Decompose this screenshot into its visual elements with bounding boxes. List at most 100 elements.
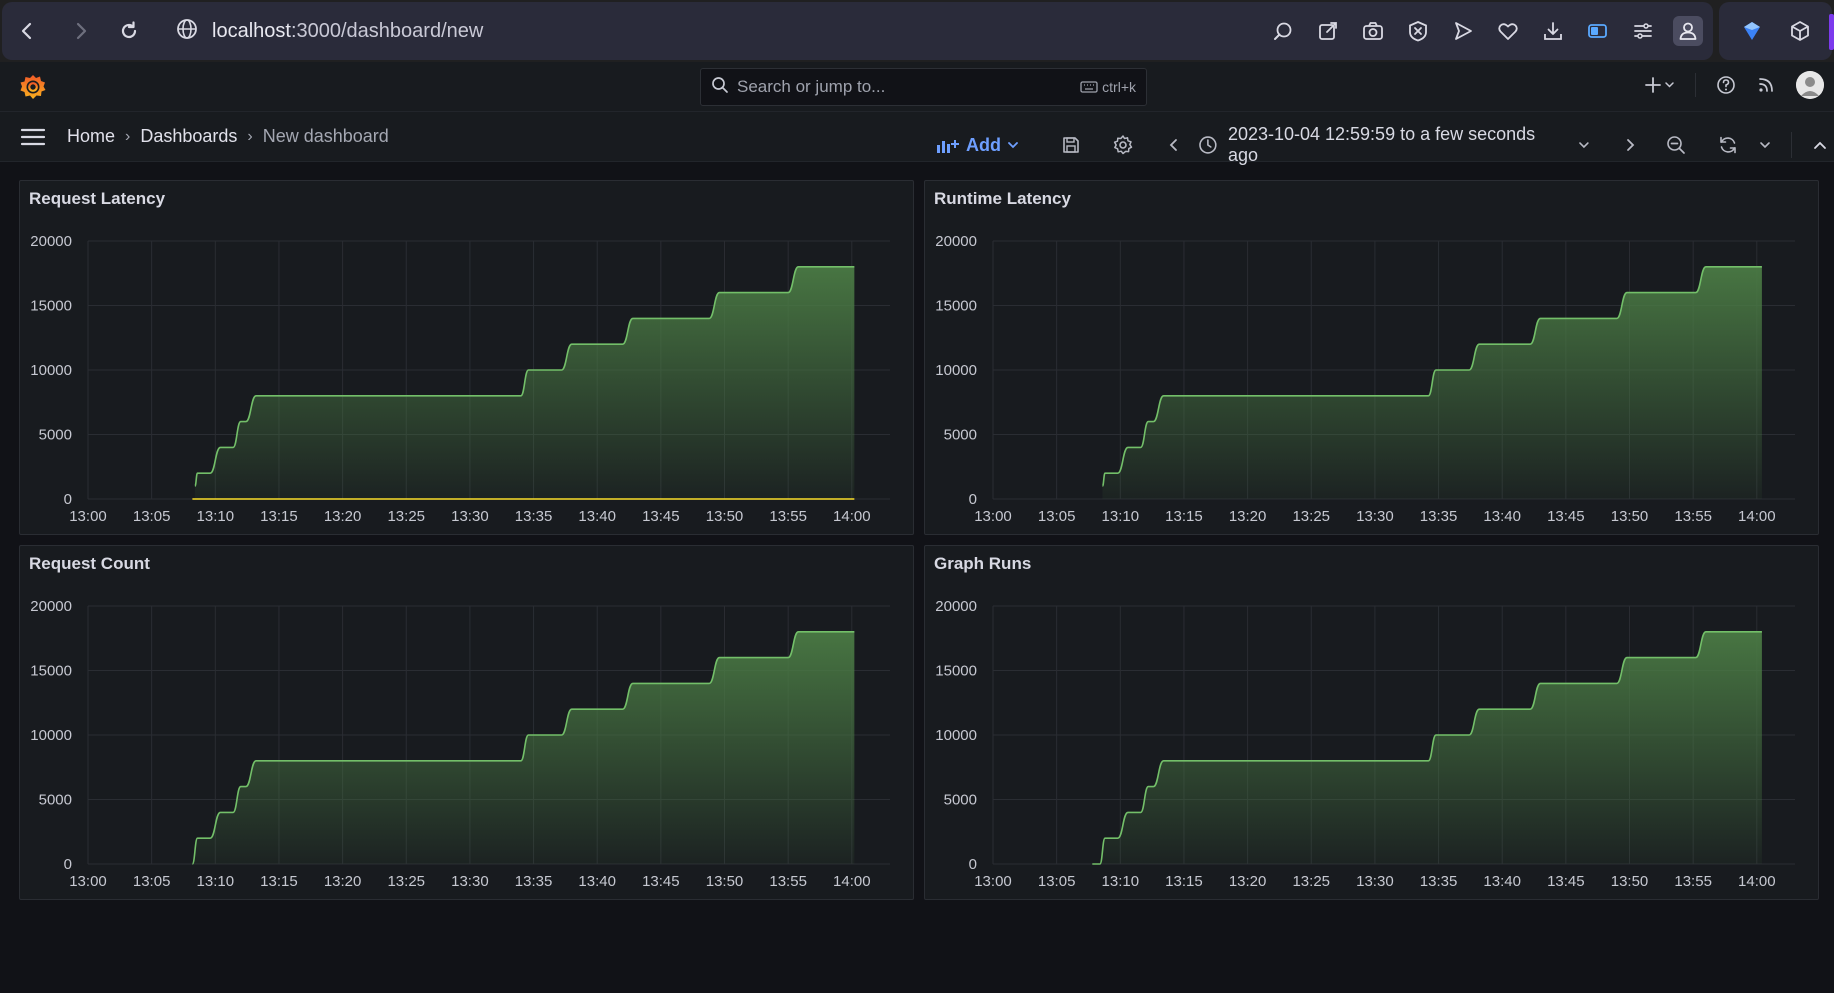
time-range-label: 2023-10-04 12:59:59 to a few seconds ago [1227,124,1536,165]
x-tick-label: 13:30 [1356,873,1394,890]
panel-request-count[interactable]: Request Count 0 5000 10000 15000 20000 13:00 1… [19,545,914,900]
x-tick-label: 13:20 [324,873,362,890]
x-tick-label: 13:15 [1165,508,1203,525]
search-placeholder: Search or jump to... [737,77,886,96]
avatar[interactable] [1796,71,1824,99]
breadcrumb-separator-icon: › [247,127,253,145]
url-text: localhost:3000/dashboard/new [212,20,484,42]
x-tick-label: 13:45 [642,873,680,890]
refresh-interval-chevron-down-icon[interactable] [1752,131,1780,159]
x-tick-label: 13:55 [769,508,807,525]
clock-icon [1199,136,1217,154]
x-tick-label: 13:10 [197,873,235,890]
zoom-out-icon[interactable] [1662,131,1690,159]
x-tick-label: 13:10 [1102,508,1140,525]
y-tick-label: 0 [64,856,72,873]
y-tick-label: 15000 [30,298,72,315]
forward-icon[interactable] [66,16,96,46]
share-icon[interactable] [1313,16,1343,46]
address-bar[interactable]: localhost:3000/dashboard/new [176,18,483,45]
time-range-picker[interactable]: 2023-10-04 12:59:59 to a few seconds ago [1198,124,1590,166]
x-tick-label: 13:45 [1547,508,1585,525]
reload-icon[interactable] [114,16,144,46]
shield-icon[interactable] [1737,16,1767,46]
heart-icon[interactable] [1493,16,1523,46]
y-tick-label: 20000 [935,598,977,615]
x-tick-label: 13:15 [260,508,298,525]
panel-runtime-latency[interactable]: Runtime Latency 0 5000 10000 15000 20000 13:0… [924,180,1819,535]
x-tick-label: 14:00 [833,873,871,890]
series-area [192,631,855,864]
browser-toolbar-icons [1268,16,1703,46]
menu-icon[interactable] [1628,16,1658,46]
x-tick-label: 14:00 [833,508,871,525]
battery-icon[interactable] [1583,16,1613,46]
download-icon[interactable] [1538,16,1568,46]
x-tick-label: 13:40 [1483,508,1521,525]
collapse-chevron-up-icon[interactable] [1806,131,1834,159]
keyboard-icon [1080,81,1098,93]
save-icon[interactable] [1057,131,1085,159]
panel-graph-runs[interactable]: Graph Runs 0 5000 10000 15000 20000 13:00 13:0… [924,545,1819,900]
new-menu-button[interactable] [1645,76,1675,94]
hamburger-menu-icon[interactable] [20,126,46,148]
x-tick-label: 13:30 [451,508,489,525]
extensions-bar [1719,2,1834,60]
x-tick-label: 13:00 [974,508,1012,525]
x-tick-label: 13:05 [133,508,171,525]
y-tick-label: 10000 [30,727,72,744]
x-tick-label: 13:25 [1292,873,1330,890]
time-series-chart: 0 5000 10000 15000 20000 13:00 13:05 13:10 13:15… [935,233,1795,525]
dashboard-toolbar: Home › Dashboards › New dashboard Add 20… [0,112,1834,165]
x-tick-label: 13:45 [642,508,680,525]
y-tick-label: 15000 [935,663,977,680]
panel-request-latency[interactable]: Request Latency 0 5000 10000 15000 20000 13:0… [19,180,914,535]
search-input[interactable]: Search or jump to... ctrl+k [700,68,1147,106]
globe-icon [176,18,198,45]
x-tick-label: 13:15 [1165,873,1203,890]
y-tick-label: 5000 [39,427,72,444]
x-tick-label: 13:35 [1420,508,1458,525]
block-icon[interactable] [1403,16,1433,46]
x-tick-label: 13:30 [1356,508,1394,525]
profile-icon[interactable] [1673,16,1703,46]
x-tick-label: 13:40 [578,508,616,525]
y-tick-label: 10000 [30,362,72,379]
grafana-logo-icon[interactable] [18,72,48,102]
x-tick-label: 13:35 [515,508,553,525]
x-tick-label: 13:35 [1420,873,1458,890]
x-tick-label: 13:10 [197,508,235,525]
time-back-icon[interactable] [1160,131,1188,159]
send-icon[interactable] [1448,16,1478,46]
x-tick-label: 13:00 [69,508,107,525]
breadcrumb-dashboards[interactable]: Dashboards [140,126,237,147]
breadcrumb-home[interactable]: Home [67,126,115,147]
back-icon[interactable] [12,16,42,46]
x-tick-label: 13:50 [706,873,744,890]
x-tick-label: 13:35 [515,873,553,890]
camera-icon[interactable] [1358,16,1388,46]
y-tick-label: 0 [64,491,72,508]
x-tick-label: 13:00 [69,873,107,890]
refresh-icon[interactable] [1714,131,1742,159]
chevron-down-icon [1578,142,1589,149]
news-rss-icon[interactable] [1756,75,1776,95]
x-tick-label: 13:20 [324,508,362,525]
top-right-actions [1645,71,1824,99]
settings-gear-icon[interactable] [1109,131,1137,159]
y-tick-label: 5000 [944,427,977,444]
dashboard-actions: Add 2023-10-04 12:59:59 to a few seconds… [936,124,1834,166]
search-icon [711,76,729,99]
x-tick-label: 13:05 [1038,873,1076,890]
time-forward-icon[interactable] [1616,131,1644,159]
add-button[interactable]: Add [936,135,1019,156]
help-icon[interactable] [1716,75,1736,95]
zoom-icon[interactable] [1268,16,1298,46]
y-tick-label: 20000 [935,233,977,250]
x-tick-label: 13:50 [1611,508,1649,525]
divider [1695,73,1696,97]
time-series-chart: 0 5000 10000 15000 20000 13:00 13:05 13:10 13:15… [30,233,890,525]
cube-icon[interactable] [1785,16,1815,46]
x-tick-label: 13:55 [1674,508,1712,525]
x-tick-label: 14:00 [1738,508,1776,525]
